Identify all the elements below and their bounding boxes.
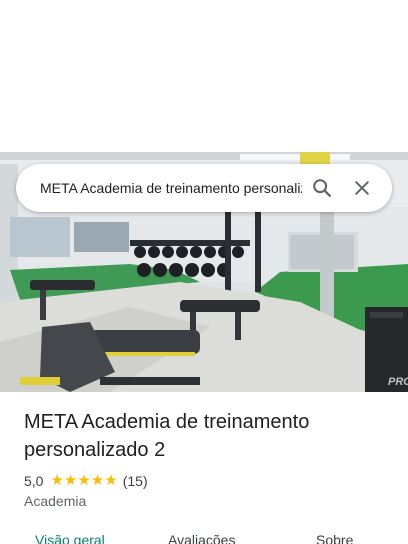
rating-row[interactable]: 5,0 ★ ★ ★ ★ ★ (15) — [24, 471, 148, 491]
tab-reviews[interactable]: Avaliações — [168, 532, 235, 544]
place-tabs: Visão geral Avaliações Sobre — [0, 528, 408, 544]
review-count[interactable]: (15) — [123, 473, 148, 489]
place-category[interactable]: Academia — [24, 493, 86, 509]
tab-overview[interactable]: Visão geral — [35, 532, 105, 544]
close-icon[interactable] — [342, 168, 382, 208]
star-icon: ★ — [50, 472, 64, 489]
search-icon[interactable] — [302, 168, 342, 208]
star-icon: ★ — [77, 472, 91, 489]
rating-stars: ★ ★ ★ ★ ★ — [50, 472, 117, 490]
map-blank-area — [0, 0, 408, 152]
search-input[interactable] — [40, 180, 302, 196]
svg-text:PRO: PRO — [388, 376, 408, 388]
star-icon: ★ — [104, 472, 118, 489]
search-bar[interactable] — [16, 164, 392, 212]
star-icon: ★ — [90, 472, 105, 489]
tab-about[interactable]: Sobre — [316, 532, 353, 544]
place-title: META Academia de treinamento personaliza… — [24, 411, 310, 461]
rating-value: 5,0 — [24, 473, 44, 489]
star-icon: ★ — [63, 472, 78, 489]
